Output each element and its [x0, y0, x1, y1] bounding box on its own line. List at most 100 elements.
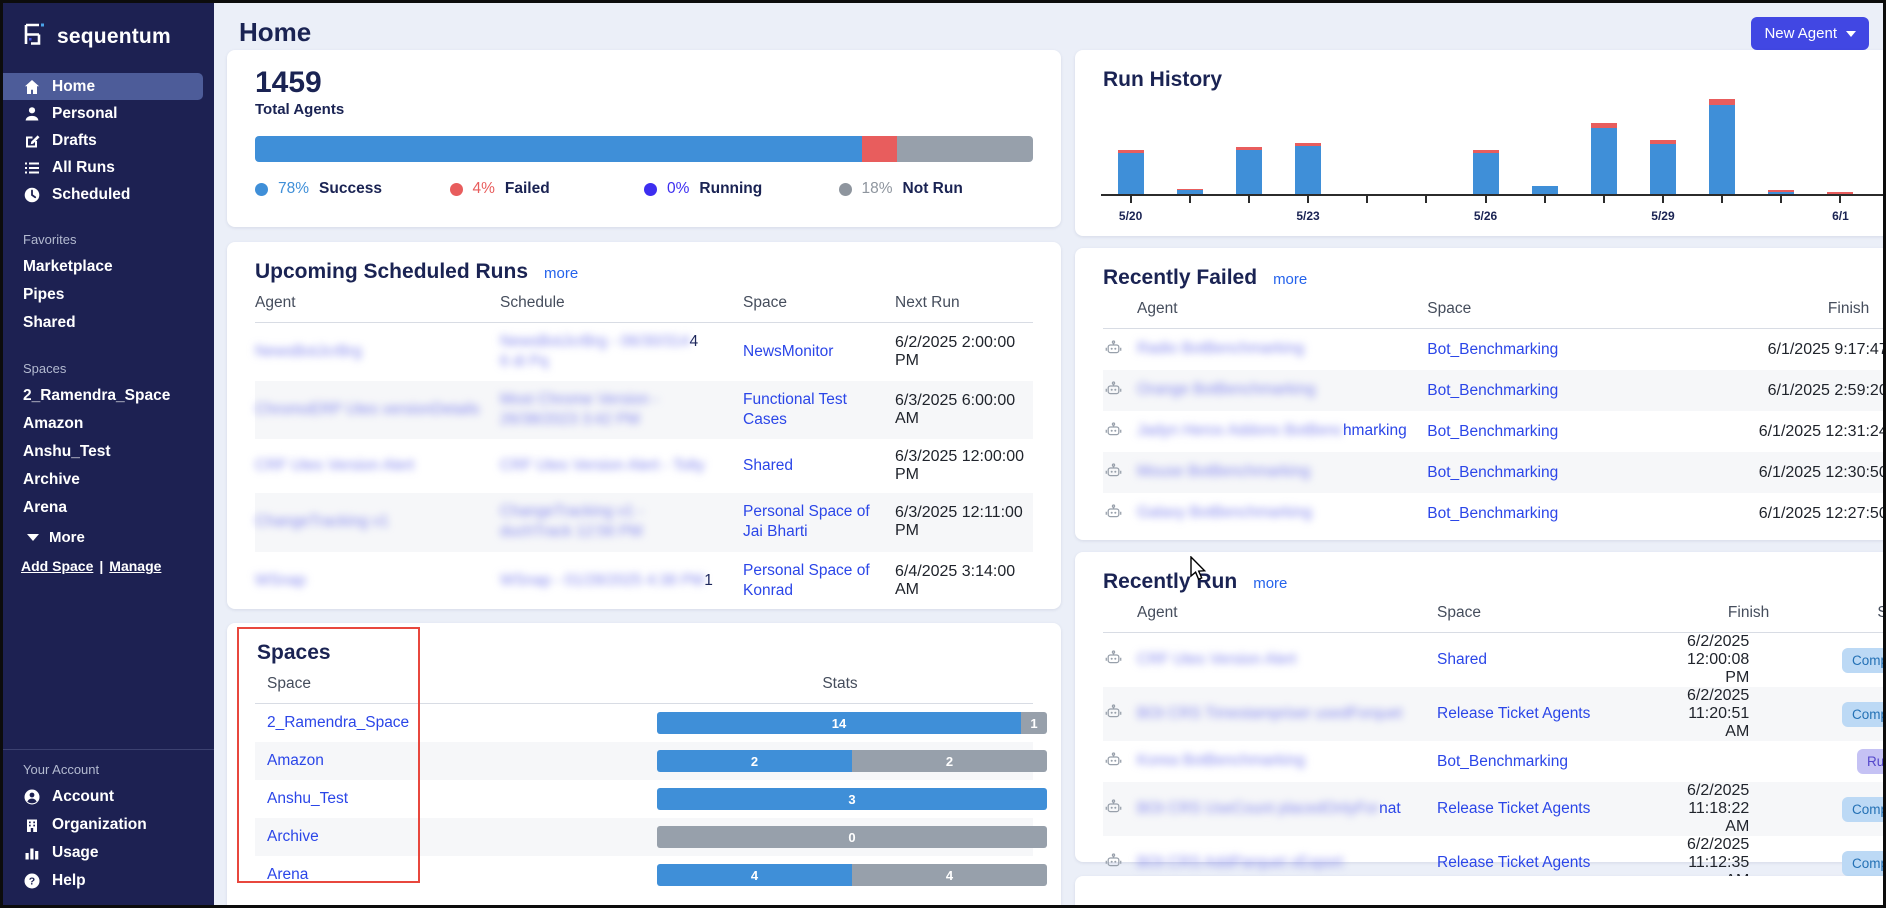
- run-table-body: CRF Utes Version AlertShared6/2/2025 12:…: [1103, 633, 1883, 890]
- sidebar-item-organization[interactable]: Organization: [3, 811, 214, 839]
- status-bar-segment-success: [255, 136, 862, 162]
- person-icon: [23, 105, 41, 123]
- space-link[interactable]: Bot_Benchmarking: [1427, 382, 1558, 399]
- redacted-agent-name[interactable]: Galaxy BotBenchmarking: [1137, 504, 1312, 522]
- sidebar-item-personal[interactable]: Personal: [3, 100, 214, 127]
- sidebar-item-account[interactable]: Account: [3, 783, 214, 811]
- space-link[interactable]: Bot_Benchmarking: [1427, 423, 1558, 440]
- redacted-agent-name[interactable]: Mouse BotBenchmarking: [1137, 463, 1310, 481]
- sidebar-space-amazon[interactable]: Amazon: [3, 410, 214, 438]
- space-link[interactable]: Bot_Benchmarking: [1427, 505, 1558, 522]
- legend-percent: 0%: [667, 180, 689, 198]
- next-card-partial: [1075, 876, 1883, 905]
- space-link[interactable]: Release Ticket Agents: [1437, 800, 1590, 817]
- space-link[interactable]: Personal Space of Jai Bharti: [743, 503, 870, 540]
- space-link[interactable]: Bot_Benchmarking: [1427, 464, 1558, 481]
- upcoming-scheduled-runs-title: Upcoming Scheduled Runs: [255, 260, 528, 284]
- chart-bar-slot: [1693, 99, 1752, 194]
- new-agent-button[interactable]: New Agent: [1751, 17, 1869, 50]
- add-space-link[interactable]: Add Space: [21, 558, 93, 574]
- sidebar-item-all-runs[interactable]: All Runs: [3, 154, 214, 181]
- legend-percent: 4%: [473, 180, 495, 198]
- space-link[interactable]: Amazon: [267, 752, 657, 770]
- axis-tick-label: [1397, 209, 1456, 223]
- success-bar-segment: [1532, 186, 1558, 194]
- sidebar-space-2_ramendra_space[interactable]: 2_Ramendra_Space: [3, 382, 214, 410]
- recently-run-more-link[interactable]: more: [1253, 575, 1287, 592]
- space-link[interactable]: Arena: [267, 866, 657, 884]
- sidebar-space-archive[interactable]: Archive: [3, 466, 214, 494]
- agent-cell: CRF Utes Version Alert: [255, 457, 500, 475]
- finish-cell: 6/2/2025 11:18:22 AM: [1687, 782, 1815, 836]
- scheduled-more-link[interactable]: more: [544, 265, 578, 282]
- stats-bar: 141: [657, 712, 1047, 734]
- redacted-agent-name[interactable]: BOt CRS UseCount placedOnlyFor: [1137, 800, 1379, 818]
- legend-label: Failed: [505, 180, 550, 198]
- axis-tick: [1278, 196, 1337, 203]
- stats-bar: 00: [657, 826, 1047, 848]
- chart-bar: [1295, 143, 1321, 194]
- chevron-down-icon: [1846, 31, 1856, 37]
- recently-failed-card: Recently Failed more AgentSpaceFinish Ra…: [1075, 248, 1883, 540]
- stats-bar-cell: 00: [657, 826, 1047, 848]
- redacted-agent-name[interactable]: Orange BotBenchmarking: [1137, 381, 1315, 399]
- sidebar-item-help[interactable]: ?Help: [3, 867, 214, 895]
- sidebar-item-label: All Runs: [52, 159, 115, 177]
- redacted-agent-name[interactable]: Jadyn Herox Addons BotBenc: [1137, 422, 1343, 440]
- agent-cell: Galaxy BotBenchmarking: [1137, 504, 1427, 522]
- space-link[interactable]: Shared: [1437, 651, 1487, 668]
- sidebar-space-anshu_test[interactable]: Anshu_Test: [3, 438, 214, 466]
- space-link[interactable]: Functional Test Cases: [743, 391, 847, 428]
- sidebar-item-usage[interactable]: Usage: [3, 839, 214, 867]
- sidebar-item-pipes[interactable]: Pipes: [3, 281, 214, 309]
- axis-tick-label: 5/20: [1101, 209, 1160, 223]
- space-link[interactable]: Bot_Benchmarking: [1437, 753, 1568, 770]
- table-row: Mouse BotBenchmarkingBot_Benchmarking6/1…: [1103, 452, 1883, 493]
- column-header: Space: [1437, 604, 1687, 622]
- axis-tick: [1101, 196, 1160, 203]
- redacted-agent-name[interactable]: Radio BotBenchmarking: [1137, 340, 1304, 358]
- space-link[interactable]: Anshu_Test: [267, 790, 657, 808]
- space-link[interactable]: 2_Ramendra_Space: [267, 714, 657, 732]
- run-table-header: AgentSpaceFinishStatus: [1103, 604, 1883, 633]
- column-header: Schedule: [500, 294, 743, 312]
- more-label: More: [49, 529, 85, 546]
- redacted-agent-name[interactable]: WSnap: [255, 572, 306, 590]
- redacted-agent-name[interactable]: NewsBotJcrBrg: [255, 343, 362, 361]
- divider-pipe: |: [99, 558, 103, 574]
- agent-visible-suffix[interactable]: nat: [1379, 800, 1401, 817]
- sidebar-item-shared[interactable]: Shared: [3, 309, 214, 337]
- agent-icon-cell: [1103, 421, 1137, 443]
- sidebar-item-drafts[interactable]: Drafts: [3, 127, 214, 154]
- sidebar-item-home[interactable]: Home: [3, 73, 203, 100]
- schedule-cell: NewsBotJcrBrg - 06/30/31446 di Pq: [500, 332, 743, 372]
- sidebar-more-toggle[interactable]: More: [3, 524, 214, 550]
- table-row: Anshu_Test3: [255, 780, 1033, 818]
- space-link[interactable]: NewsMonitor: [743, 343, 833, 360]
- space-link[interactable]: Release Ticket Agents: [1437, 705, 1590, 722]
- space-link[interactable]: Archive: [267, 828, 657, 846]
- redacted-agent-name[interactable]: BOt CRS AddParquet vExport: [1137, 854, 1343, 872]
- redacted-agent-name[interactable]: CRF Utes Version Alert: [255, 457, 414, 475]
- axis-tick: [1456, 196, 1515, 203]
- account-list: AccountOrganizationUsage?Help: [3, 783, 214, 895]
- sidebar-item-marketplace[interactable]: Marketplace: [3, 253, 214, 281]
- sidebar-space-arena[interactable]: Arena: [3, 494, 214, 522]
- sidebar-item-scheduled[interactable]: Scheduled: [3, 181, 214, 208]
- space-link[interactable]: Bot_Benchmarking: [1427, 341, 1558, 358]
- manage-spaces-link[interactable]: Manage: [109, 558, 161, 574]
- redacted-agent-name[interactable]: ChromoERP Utes versionDetails: [255, 401, 480, 419]
- space-link[interactable]: Release Ticket Agents: [1437, 854, 1590, 871]
- finish-cell: 6/1/2025 12:27:50 AM: [1677, 505, 1883, 523]
- redacted-agent-name[interactable]: Korea BotBenchmarking: [1137, 752, 1305, 770]
- redacted-agent-name[interactable]: CRF Utes Version Alert: [1137, 651, 1296, 669]
- agent-icon-cell: [1103, 339, 1137, 361]
- agent-visible-suffix[interactable]: hmarking: [1343, 423, 1407, 440]
- space-link[interactable]: Personal Space of Konrad: [743, 562, 870, 599]
- space-link[interactable]: Shared: [743, 457, 793, 474]
- recently-failed-more-link[interactable]: more: [1273, 271, 1307, 288]
- status-badge: Completed: [1842, 851, 1883, 876]
- redacted-agent-name[interactable]: ChangeTracking v1: [255, 513, 389, 531]
- success-bar-segment: [1295, 146, 1321, 194]
- redacted-agent-name[interactable]: BOt CRS Timestampriser usedForquet: [1137, 705, 1402, 723]
